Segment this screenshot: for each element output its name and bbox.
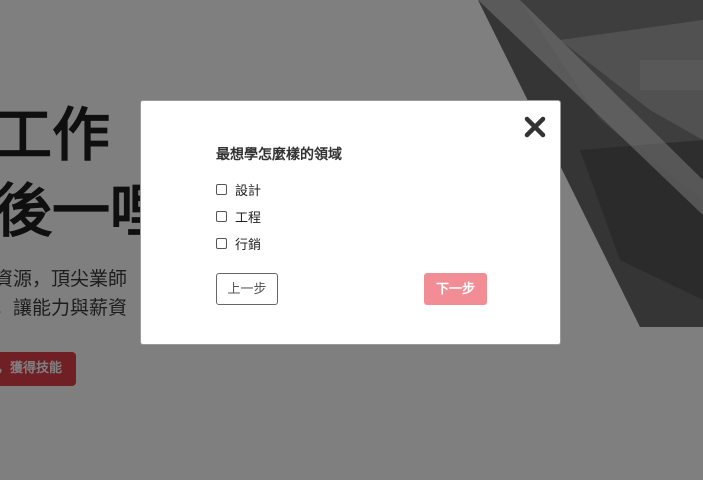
checkbox[interactable] [216, 237, 227, 249]
checkbox[interactable] [216, 183, 227, 195]
option-marketing[interactable]: 行銷 [216, 234, 262, 253]
next-step-button[interactable]: 下一步 [424, 273, 487, 305]
option-label: 設計 [235, 183, 262, 199]
option-design[interactable]: 設計 [216, 180, 262, 199]
option-engineering[interactable]: 工程 [216, 207, 262, 226]
option-label: 工程 [235, 210, 262, 226]
close-icon[interactable] [523, 115, 547, 139]
question-title: 最想學怎麼樣的領域 [216, 147, 342, 163]
option-label: 行銷 [235, 237, 262, 253]
landing-page: 工作 後一哩 資源，頂尖業師 ，讓能力與薪資 ，獲得技能 最想學怎麼樣的領域 設… [0, 0, 703, 480]
previous-step-button[interactable]: 上一步 [216, 273, 278, 305]
survey-modal: 最想學怎麼樣的領域 設計 工程 行銷 上一步 下一步 [140, 100, 561, 345]
checkbox[interactable] [216, 210, 227, 222]
